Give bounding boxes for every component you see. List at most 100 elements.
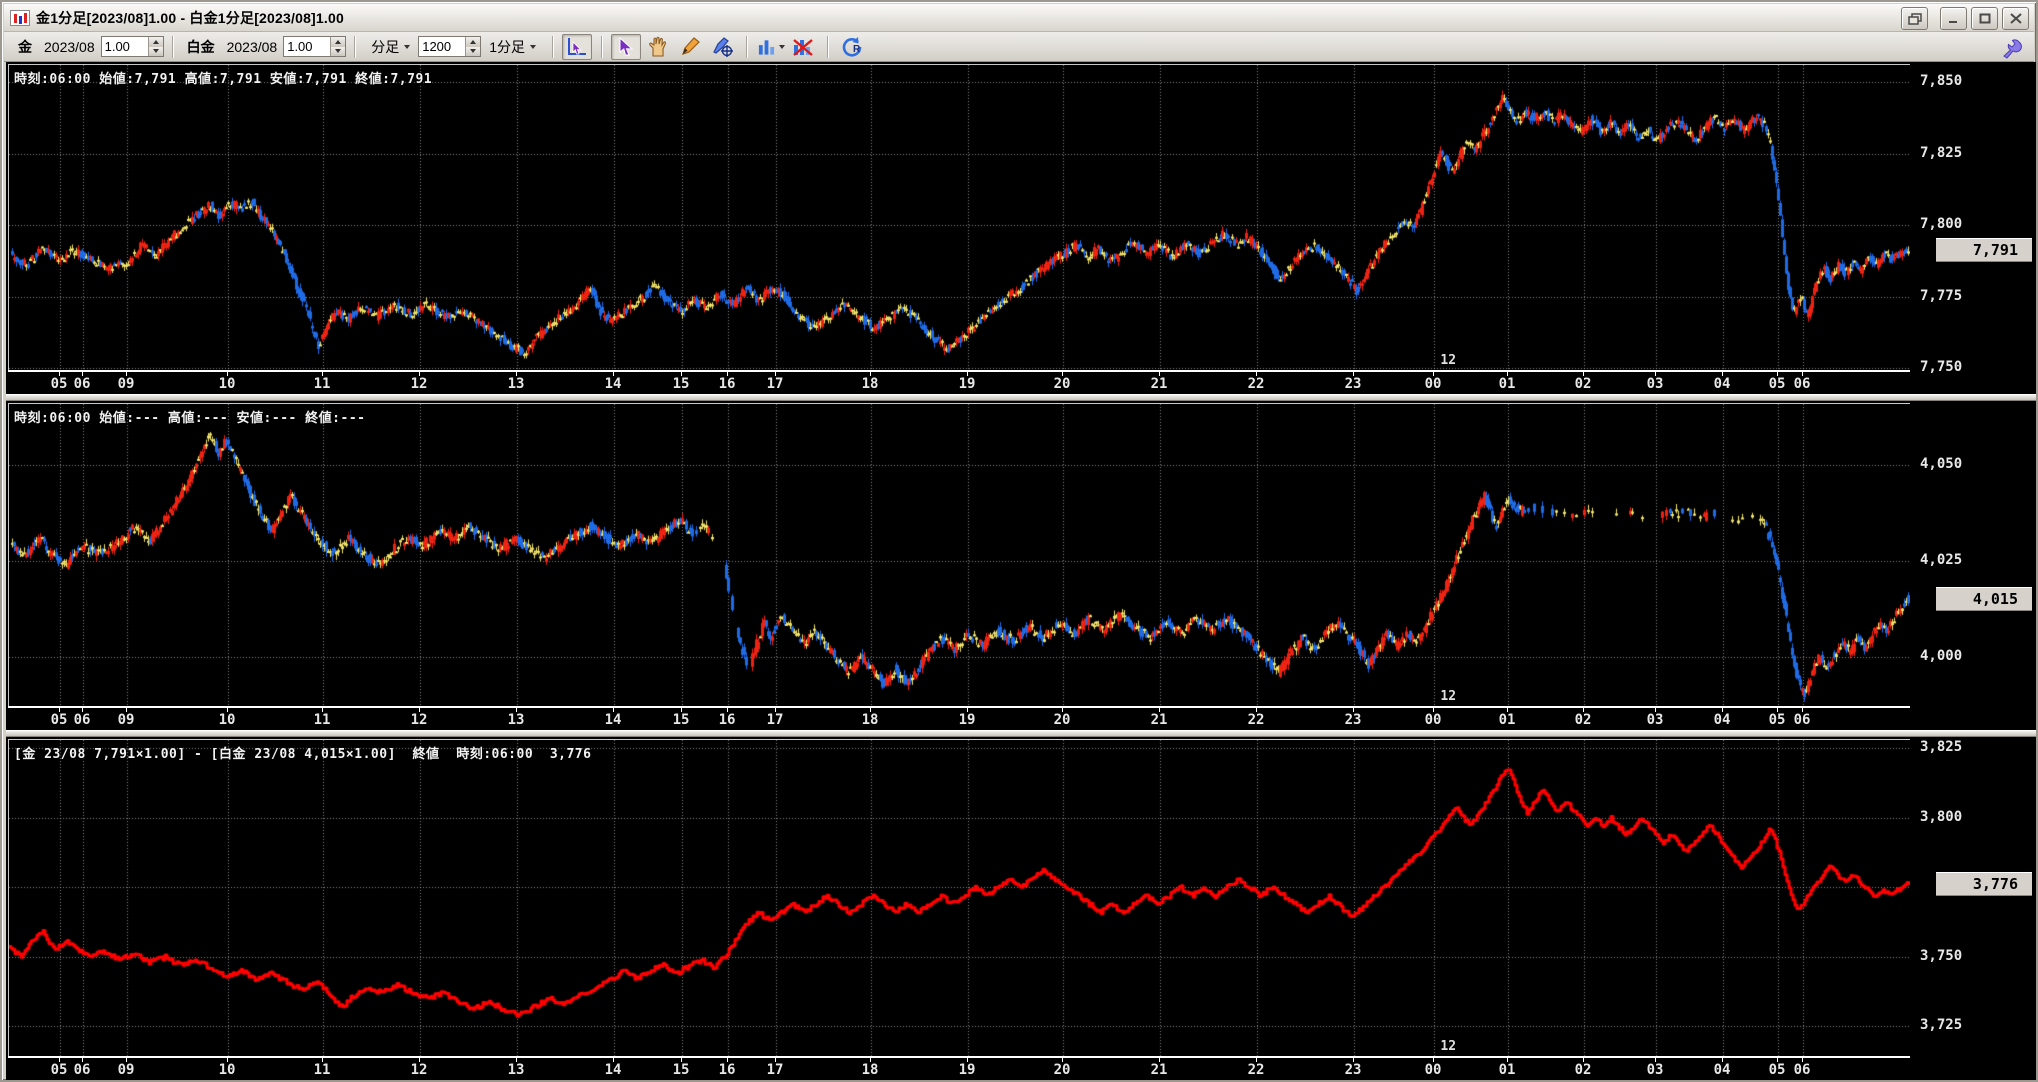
refresh-button[interactable]: R xyxy=(837,34,867,60)
interval-dropdown[interactable]: 1分足 xyxy=(485,35,540,59)
x-tick-label: 04 xyxy=(1713,712,1731,728)
marker-crosshair-button[interactable] xyxy=(707,34,737,60)
bar-type-label: 分足 xyxy=(371,38,400,55)
x-tick-label: 05 xyxy=(1768,1062,1786,1078)
bar-chart-remove-button[interactable] xyxy=(788,34,818,60)
x-tick-label: 19 xyxy=(958,712,976,728)
gold-ratio-input[interactable] xyxy=(101,37,148,56)
y-tick-label: 4,000 xyxy=(1920,648,1963,665)
svg-text:R: R xyxy=(853,44,861,55)
close-button[interactable] xyxy=(2002,7,2029,30)
x-tick-label: 05 xyxy=(1768,712,1786,728)
x-tick-label: 15 xyxy=(672,712,690,728)
x-tick-label: 05 xyxy=(50,712,68,728)
maximize-button[interactable] xyxy=(1971,7,1998,30)
spread-plot-area: [金 23/08 7,791×1.00] - [白金 23/08 4,015×1… xyxy=(8,739,1911,1057)
platinum-ratio-down[interactable] xyxy=(331,46,346,56)
panel-splitter[interactable] xyxy=(6,394,2036,401)
spread-y-axis: 3,825 3,800 3,750 3,725 3,776 xyxy=(1910,737,2036,1080)
spread-x-axis: 05 06 09 10 11 12 13 14 15 16 17 18 19 20 21 22 23 00 01 02… xyxy=(8,1056,1910,1080)
current-price-label: 4,015 xyxy=(1936,587,2032,610)
y-tick-label: 7,750 xyxy=(1920,359,1963,376)
x-tick-label: 06 xyxy=(73,712,91,728)
cascade-windows-button[interactable] xyxy=(1901,7,1928,30)
x-tick-label: 16 xyxy=(718,1062,736,1078)
platinum-ratio-up[interactable] xyxy=(331,37,346,47)
x-tick-label: 06 xyxy=(1793,1062,1811,1078)
chart-cursor-button[interactable] xyxy=(562,33,593,60)
x-tick-label: 02 xyxy=(1574,376,1592,392)
x-tick-label: 01 xyxy=(1498,376,1516,392)
bar-chart-menu-button[interactable] xyxy=(756,34,786,60)
gold-plot-area: 時刻:06:00 始値:7,791 高値:7,791 安値:7,791 終値:7… xyxy=(8,64,1911,371)
bar-count-input[interactable] xyxy=(419,37,466,56)
x-tick-label: 23 xyxy=(1344,376,1362,392)
spread-chart-canvas[interactable] xyxy=(9,740,1911,1057)
x-tick-label: 17 xyxy=(766,712,784,728)
platinum-x-axis: 05 06 09 10 11 12 13 14 15 16 17 18 19 20 21 22 23 00 01 02… xyxy=(8,706,1910,730)
y-tick-label: 4,025 xyxy=(1920,552,1963,569)
platinum-label: 白金 xyxy=(186,38,215,55)
select-arrow-button[interactable] xyxy=(611,33,642,60)
x-tick-label: 00 xyxy=(1424,376,1442,392)
platinum-ratio-input[interactable] xyxy=(284,37,331,56)
wrench-icon xyxy=(2003,38,2022,59)
x-tick-label: 11 xyxy=(313,1062,331,1078)
x-tick-label: 06 xyxy=(73,376,91,392)
chevron-down-icon xyxy=(404,44,411,49)
x-tick-label: 14 xyxy=(604,1062,622,1078)
bar-count-up[interactable] xyxy=(466,37,481,47)
gold-ratio-down[interactable] xyxy=(148,46,163,56)
gold-ratio-up[interactable] xyxy=(148,37,163,47)
bar-chart-remove-icon xyxy=(793,38,813,56)
x-tick-label: 09 xyxy=(117,712,135,728)
gold-month-select[interactable]: 2023/08 xyxy=(44,39,95,55)
current-price-label: 3,776 xyxy=(1936,872,2032,895)
gold-ratio-spinner[interactable] xyxy=(100,36,164,57)
x-tick-label: 05 xyxy=(1768,376,1786,392)
hand-pan-button[interactable] xyxy=(643,34,673,60)
settings-wrench-button[interactable] xyxy=(1996,35,2026,60)
platinum-month-select[interactable]: 2023/08 xyxy=(227,39,278,55)
x-tick-label: 06 xyxy=(1793,712,1811,728)
chevron-down-icon xyxy=(779,44,786,49)
x-tick-label: 18 xyxy=(861,1062,879,1078)
gold-chart-canvas[interactable] xyxy=(9,65,1911,371)
x-tick-label: 03 xyxy=(1646,1062,1664,1078)
platinum-y-axis: 4,050 4,025 4,000 4,015 xyxy=(1910,401,2036,730)
bar-type-dropdown[interactable]: 分足 xyxy=(367,35,414,59)
panel-splitter[interactable] xyxy=(6,730,2036,737)
gold-x-axis: 05 06 09 10 11 12 13 14 15 16 17 18 19 20 21 22 23 00 01 02… xyxy=(8,370,1910,394)
x-tick-label: 03 xyxy=(1646,712,1664,728)
x-tick-label: 04 xyxy=(1713,376,1731,392)
bar-count-spinner[interactable] xyxy=(418,36,482,57)
charts-region: 時刻:06:00 始値:7,791 高値:7,791 安値:7,791 終値:7… xyxy=(6,62,2036,1080)
toolbar-separator xyxy=(746,35,748,58)
bar-count-down[interactable] xyxy=(466,46,481,56)
minimize-button[interactable] xyxy=(1940,7,1967,30)
platinum-ratio-spinner[interactable] xyxy=(283,36,347,57)
y-tick-label: 3,825 xyxy=(1920,739,1963,756)
toolbar-separator xyxy=(827,35,829,58)
x-tick-label: 00 xyxy=(1424,1062,1442,1078)
platinum-chart-canvas[interactable] xyxy=(9,404,1911,707)
select-arrow-icon xyxy=(619,36,634,55)
y-tick-label: 3,750 xyxy=(1920,947,1963,964)
platinum-info-bar: 時刻:06:00 始値:--- 高値:--- 安値:--- 終値:--- xyxy=(14,411,366,426)
x-tick-label: 21 xyxy=(1150,712,1168,728)
pencil-draw-button[interactable] xyxy=(675,34,705,60)
x-tick-label: 20 xyxy=(1053,376,1071,392)
window-title: 金1分足[2023/08]1.00 - 白金1分足[2023/08]1.00 xyxy=(36,9,344,26)
x-tick-label: 13 xyxy=(507,1062,525,1078)
x-tick-label: 11 xyxy=(313,712,331,728)
toolbar: 金 2023/08 白金 2023/08 分足 1分足 xyxy=(4,32,2034,62)
x-tick-label: 22 xyxy=(1247,376,1265,392)
x-tick-label: 14 xyxy=(604,376,622,392)
x-tick-label: 01 xyxy=(1498,1062,1516,1078)
x-tick-label: 06 xyxy=(1793,376,1811,392)
toolbar-separator xyxy=(354,35,356,58)
platinum-chart-panel: 時刻:06:00 始値:--- 高値:--- 安値:--- 終値:--- 12 … xyxy=(6,401,2036,730)
x-tick-label: 16 xyxy=(718,376,736,392)
y-tick-label: 7,850 xyxy=(1920,73,1963,90)
x-tick-label: 05 xyxy=(50,376,68,392)
